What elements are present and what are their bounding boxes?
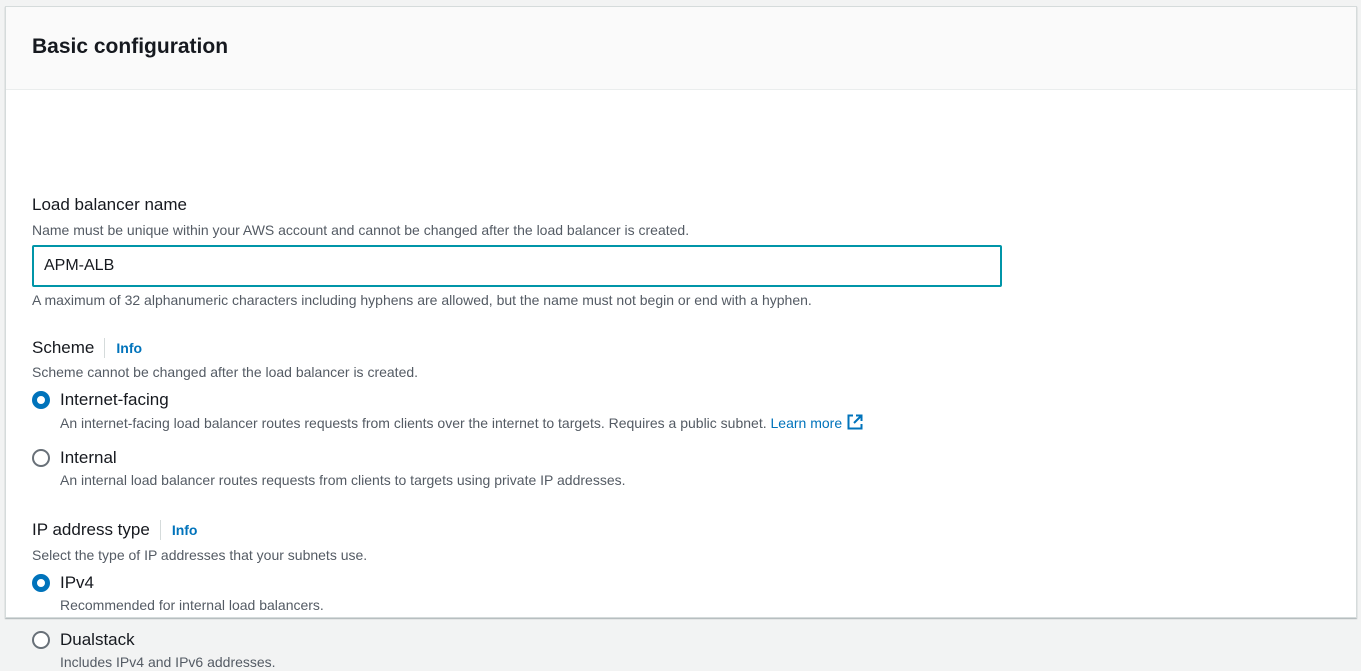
dualstack-description: Includes IPv4 and IPv6 addresses.: [60, 654, 276, 670]
info-separator: [159, 520, 161, 540]
radio-internal[interactable]: [32, 449, 50, 467]
ipv4-description: Recommended for internal load balancers.: [60, 597, 324, 613]
load-balancer-name-constraint: A maximum of 32 alphanumeric characters …: [32, 292, 812, 308]
ip-type-label: IP address type: [32, 520, 150, 539]
ip-type-label-row: IP address type Info: [32, 519, 197, 541]
radio-label: Internet-facing: [60, 390, 169, 409]
basic-configuration-panel: Basic configuration Load balancer name N…: [5, 6, 1357, 670]
radio-label: Dualstack: [60, 630, 135, 649]
internet-facing-description: An internet-facing load balancer routes …: [60, 415, 767, 431]
internal-description: An internal load balancer routes request…: [60, 472, 626, 488]
radio-ipv4[interactable]: [32, 574, 50, 592]
scheme-description: Scheme cannot be changed after the load …: [32, 364, 419, 380]
scheme-info-link[interactable]: Info: [116, 340, 142, 356]
info-separator: [104, 338, 106, 358]
radio-label: Internal: [60, 448, 117, 467]
panel-header: Basic configuration: [6, 7, 1356, 90]
radio-label: IPv4: [60, 573, 95, 592]
scheme-option-internet-facing[interactable]: Internet-facing An internet-facing load …: [32, 389, 1132, 432]
external-link-icon: [847, 414, 863, 430]
learn-more-link[interactable]: Learn more: [771, 414, 865, 431]
ip-type-info-link[interactable]: Info: [172, 522, 198, 538]
learn-more-text[interactable]: Learn more: [771, 415, 843, 431]
load-balancer-name-label: Load balancer name: [32, 195, 188, 214]
ip-type-description: Select the type of IP addresses that you…: [32, 547, 368, 563]
scheme-label-row: Scheme Info: [32, 337, 142, 359]
scheme-option-internal[interactable]: Internal An internal load balancer route…: [32, 447, 1132, 489]
radio-description: An internet-facing load balancer routes …: [60, 413, 1132, 432]
load-balancer-name-description: Name must be unique within your AWS acco…: [32, 222, 690, 238]
panel-title: Basic configuration: [32, 35, 229, 58]
ip-type-option-dualstack[interactable]: Dualstack Includes IPv4 and IPv6 address…: [32, 629, 1132, 671]
radio-dualstack[interactable]: [32, 631, 50, 649]
scheme-label: Scheme: [32, 338, 95, 357]
load-balancer-name-input[interactable]: [32, 245, 1002, 287]
radio-internet-facing[interactable]: [32, 391, 50, 409]
ip-type-option-ipv4[interactable]: IPv4 Recommended for internal load balan…: [32, 572, 1132, 614]
